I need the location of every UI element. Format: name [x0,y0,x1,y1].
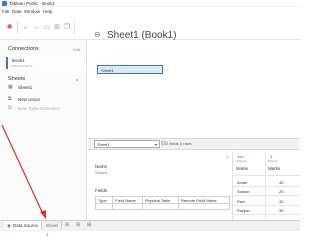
tableau-logo-icon[interactable]: ✺ [5,23,14,32]
connection-type: Microsoft Excel [12,64,33,68]
join-canvas[interactable] [88,40,300,138]
sidebar-item-label: New Table Extension [18,106,60,111]
sheets-title: Sheets [8,76,26,82]
row-divider [233,186,300,187]
back-arrow-icon[interactable]: ← [22,23,30,32]
menu-data[interactable]: Data [12,9,22,14]
fields-table: Type Field Name Physical Table Remote Fi… [95,196,230,210]
row-divider [233,214,300,215]
column-header-marks[interactable]: Marks [268,166,280,171]
chevron-down-icon: ▾ [154,142,157,147]
row-divider [233,175,300,176]
copy-icon[interactable]: ❐ [63,23,71,32]
sidebar-item-sheet1[interactable]: ▦ Sheet1 [8,85,32,93]
sheet-select[interactable]: Sheet1 ▾ [94,140,160,148]
toolbar-divider [17,21,18,34]
new-worksheet-icon[interactable]: ⊞ [65,221,69,230]
table-icon: ▦ [8,84,13,91]
save-icon[interactable]: ▭ [43,23,51,32]
menu-file[interactable]: File [2,9,9,14]
sidebar-item-new-union[interactable]: ⧉ New Union [8,97,40,105]
forward-arrow-icon[interactable]: → [32,23,40,32]
sidebar-item-new-table-extension: ⧉ New Table Extension [8,106,60,114]
sheet-select-value: Sheet1 [97,142,110,147]
connections-title: Connections [8,46,39,52]
connection-card[interactable]: Book1 Microsoft Excel [6,57,84,69]
window-title: Tableau Public - Book1 [9,1,56,6]
column-source: Sheet1 [237,159,247,163]
column-header-name[interactable]: Name [236,166,248,171]
database-icon: ◉ [7,223,11,228]
datasource-icon: ⊖ [94,30,101,39]
toolbar-divider [74,21,75,34]
grid-cell: 45 [279,180,284,185]
row-divider [233,205,300,206]
grid-cell: Suman [237,189,250,194]
union-icon: ⧉ [8,96,12,103]
grid-cell: 35 [279,208,284,213]
connection-name: Book1 [12,58,25,63]
column-header-remote-field-name[interactable]: Remote Field Name [179,197,230,204]
grid-cell: Ranjan [237,208,250,213]
sidebar-item-label: Sheet1 [18,85,33,90]
table-pill-sheet1[interactable]: Sheet1 [97,65,163,74]
sidebar-item-label: New Union [18,97,41,102]
fields-label: Fields [95,188,108,193]
column-source: Sheet1 [268,159,278,163]
menu-help[interactable]: Help [43,9,52,14]
fields-rows-count: 2 fields 5 rows [166,141,192,146]
name-label: Name [95,164,108,169]
grid-cell: 25 [279,189,284,194]
search-sheets-icon[interactable]: ρ [76,77,78,82]
row-divider [233,195,300,196]
tab-data-source[interactable]: ◉ Data Source [4,221,42,230]
title-bar: Tableau Public - Book1 [0,0,300,7]
column-header-physical-table[interactable]: Physical Table [142,196,180,204]
column-header-field-name[interactable]: Field Name [112,196,143,204]
grid-cell: Aman [237,180,248,185]
add-datasource-icon[interactable]: ⊞ [53,23,61,32]
grid-cell: Ravi [237,199,246,204]
name-value[interactable]: Sheet1 [95,170,108,175]
tab-sheet1[interactable]: Sheet 1 [43,221,62,237]
menu-window[interactable]: Window [24,9,40,14]
tab-label: Data Source [13,223,39,228]
add-connection-link[interactable]: Add [73,47,80,52]
table-pill-label: Sheet1 [101,67,114,73]
new-story-icon[interactable]: ⊞ [87,221,91,230]
extension-icon: ⧉ [8,105,12,112]
grid-cell: 32 [279,199,284,204]
menu-bar: File Data Window Help [0,7,300,15]
tableau-app-icon [2,1,7,6]
new-dashboard-icon[interactable]: ⊞ [76,221,80,230]
close-icon[interactable]: × [226,155,229,161]
column-header-type[interactable]: Type [95,196,114,204]
